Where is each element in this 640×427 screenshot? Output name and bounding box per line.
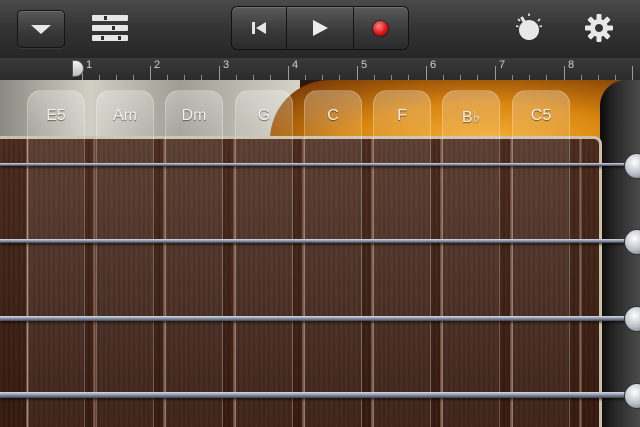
play-icon <box>313 20 328 36</box>
play-button[interactable] <box>286 7 352 49</box>
dropdown-triangle-icon <box>31 24 51 34</box>
chord-strip-c5[interactable]: C5 <box>512 90 570 427</box>
ruler-number: 7 <box>499 59 506 71</box>
guitar-string[interactable] <box>0 239 640 243</box>
chord-label: C5 <box>530 107 552 124</box>
chord-label: C <box>327 107 339 124</box>
chord-strip-am[interactable]: Am <box>96 90 154 427</box>
guitar-string[interactable] <box>0 392 640 398</box>
ruler-major-tick <box>357 66 358 80</box>
chord-label: Dm <box>181 107 207 124</box>
ruler-major-tick <box>632 66 633 80</box>
chord-label: F <box>397 107 407 124</box>
chord-strip-dm[interactable]: Dm <box>165 90 223 427</box>
chord-strip-f[interactable]: F <box>373 90 431 427</box>
chord-strip-c[interactable]: C <box>304 90 362 427</box>
guitar-string[interactable] <box>0 316 640 321</box>
chord-label: Am <box>113 107 137 124</box>
ruler-major-tick <box>288 66 289 80</box>
ruler-number: 2 <box>154 59 161 71</box>
ruler-number: 3 <box>223 59 230 71</box>
ruler-number: 8 <box>568 59 575 71</box>
guitar-instrument: E5 Am Dm G C F B♭ C5 <box>0 80 640 427</box>
metronome-knob-icon[interactable] <box>514 13 544 43</box>
transport-controls <box>231 6 409 50</box>
chord-label: E5 <box>46 107 66 124</box>
chord-strip-g[interactable]: G <box>235 90 293 427</box>
chord-label: G <box>257 107 271 124</box>
fret-wire <box>579 139 582 427</box>
ruler-number: 4 <box>292 59 299 71</box>
ruler-number: 6 <box>430 59 437 71</box>
menu-button[interactable] <box>17 10 65 48</box>
ruler-number: 1 <box>86 59 93 71</box>
guitar-string[interactable] <box>0 163 640 166</box>
chord-strip-e5[interactable]: E5 <box>27 90 85 427</box>
gear-icon[interactable] <box>584 13 614 43</box>
tracks-view-icon[interactable] <box>92 14 128 42</box>
record-button[interactable] <box>352 7 408 49</box>
ruler-major-tick <box>495 66 496 80</box>
chord-label: B♭ <box>461 109 481 126</box>
top-toolbar <box>0 0 640 59</box>
record-icon <box>373 20 389 36</box>
go-to-beginning-icon <box>252 22 267 34</box>
go-to-beginning-button[interactable] <box>232 7 286 49</box>
ruler-number: 5 <box>361 59 368 71</box>
ruler-major-tick <box>564 66 565 80</box>
ruler-major-tick <box>150 66 151 80</box>
ruler-major-tick <box>426 66 427 80</box>
timeline-ruler[interactable]: 1 2 3 4 5 6 7 8 <box>0 58 640 81</box>
ruler-major-tick <box>219 66 220 80</box>
chord-strip-bflat[interactable]: B♭ <box>442 90 500 427</box>
